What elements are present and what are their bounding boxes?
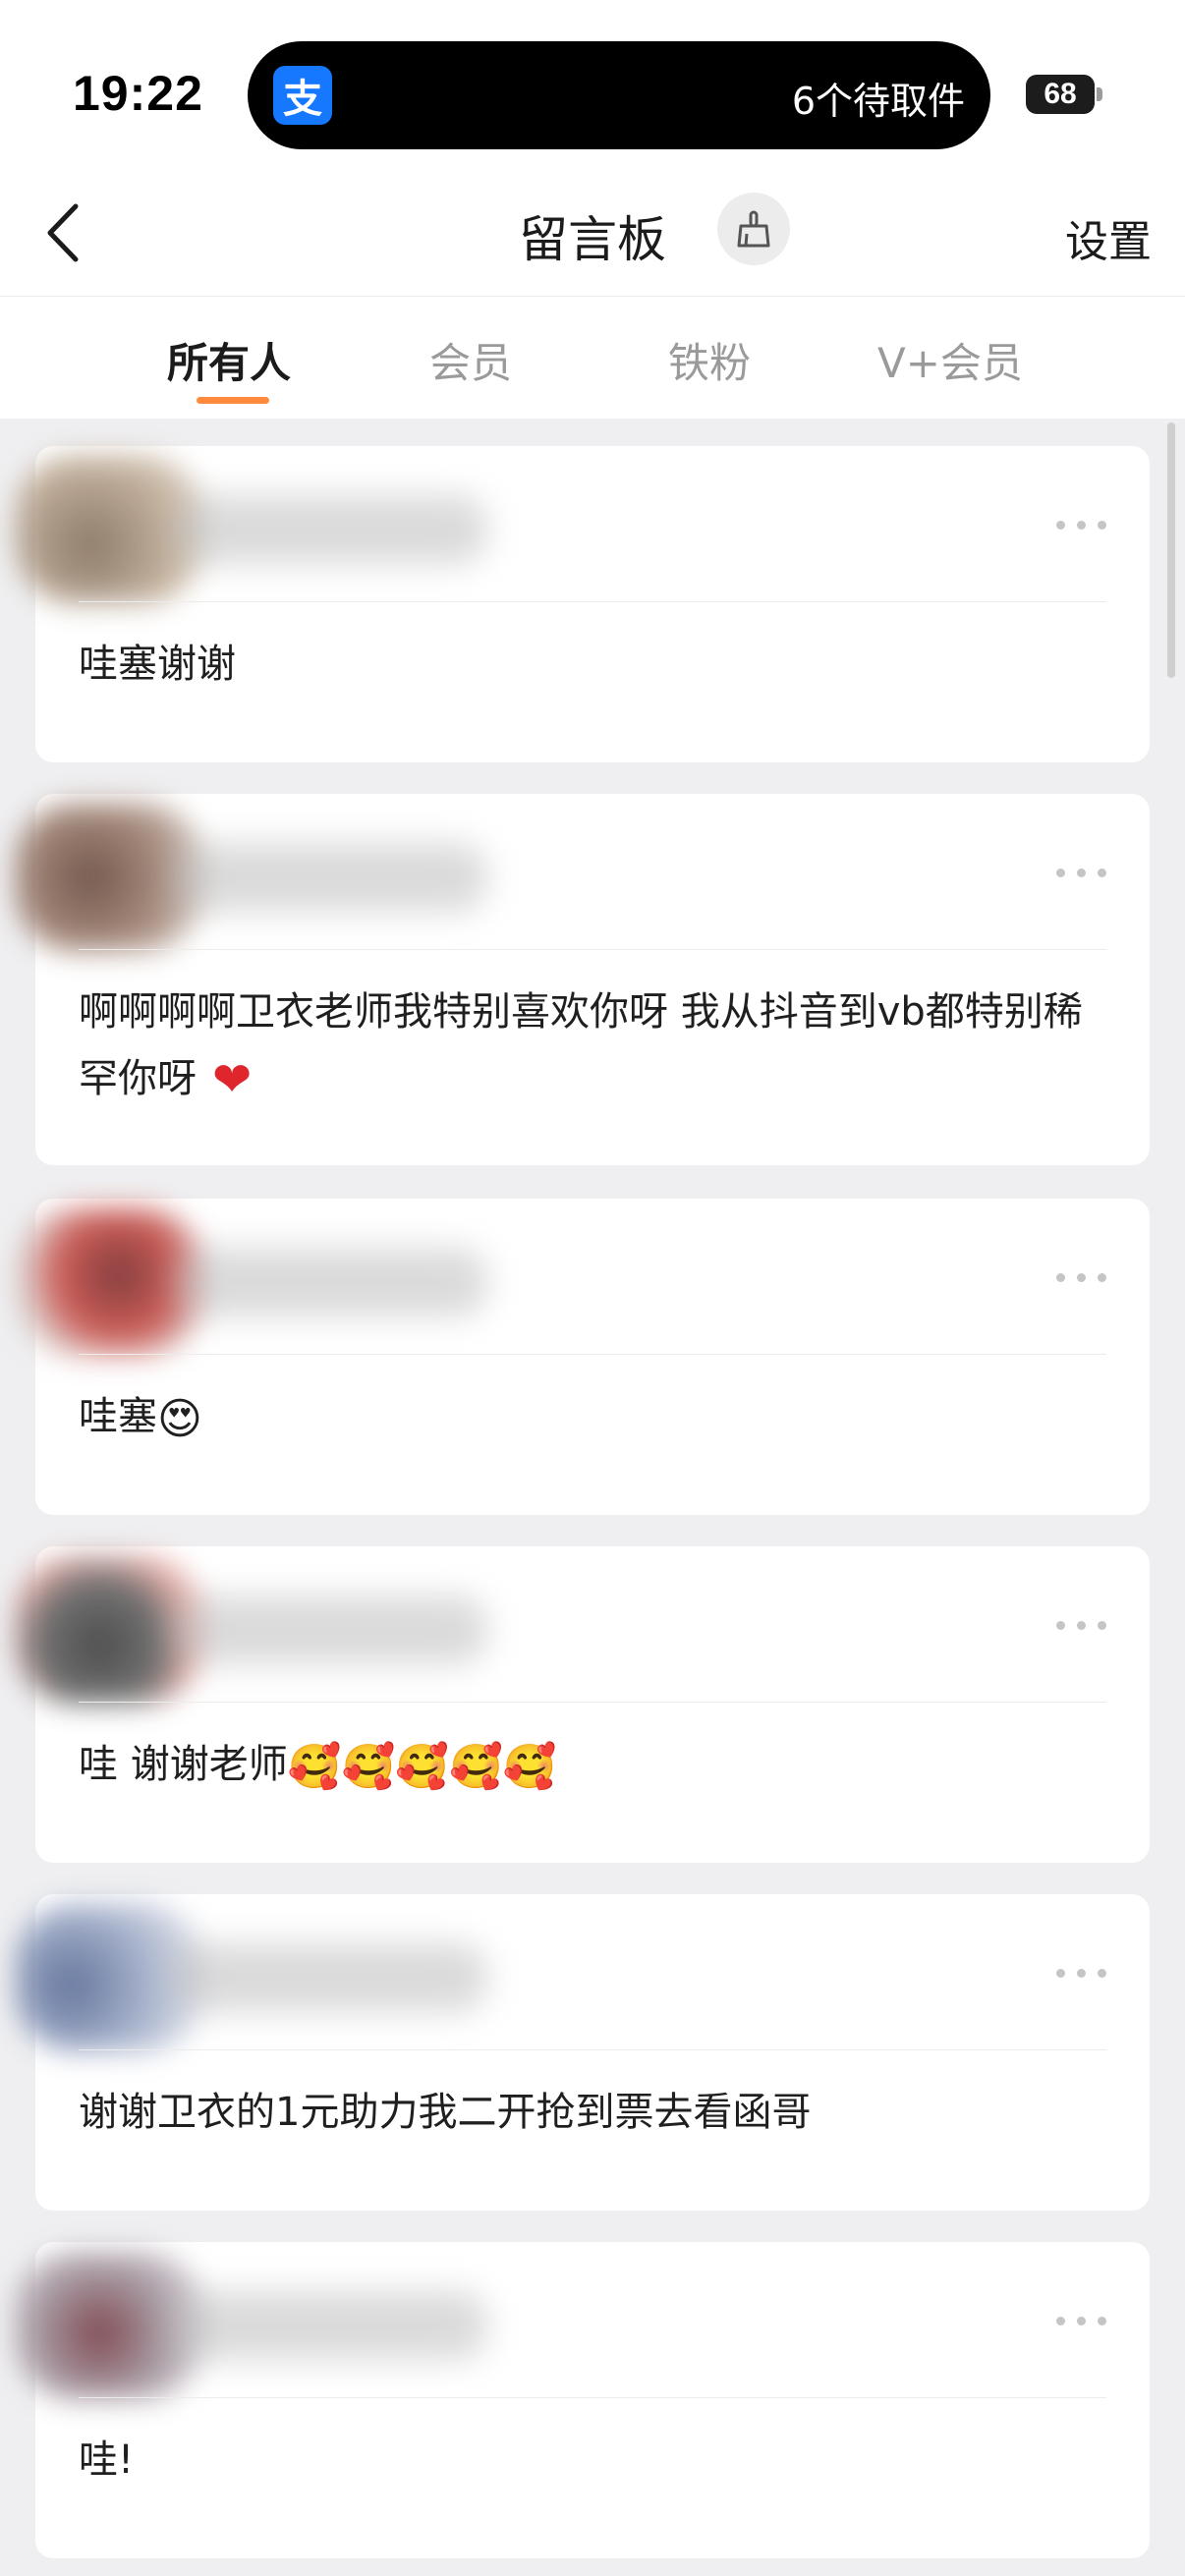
comment-message: 哇塞 [79, 1394, 157, 1439]
more-icon [1055, 1968, 1065, 1978]
tab-iron-fans[interactable]: 铁粉 [668, 330, 751, 390]
comment-text: 谢谢卫衣的1元助力我二开抢到票去看函哥 [35, 2059, 1150, 2175]
active-tab-indicator [197, 397, 269, 404]
tab-vplus-members[interactable]: V+会员 [877, 330, 1023, 390]
blurred-username [173, 2291, 487, 2360]
heart-emoji: ❤ [212, 1052, 253, 1107]
divider [79, 2049, 1106, 2050]
battery-cap [1097, 87, 1102, 101]
more-options-button[interactable] [1051, 863, 1110, 882]
battery-icon: 68 [1026, 75, 1095, 114]
divider [79, 949, 1106, 950]
nav-bar: 留言板 设置 [0, 177, 1185, 297]
divider [79, 1702, 1106, 1703]
flower-face-emojis: 🥰🥰🥰🥰🥰 [287, 1742, 557, 1792]
broom-icon [737, 210, 770, 248]
tab-all[interactable]: 所有人 [167, 330, 291, 390]
comment-text: 哇 谢谢老师🥰🥰🥰🥰🥰 [35, 1711, 1150, 1830]
blurred-username [173, 1248, 487, 1316]
comment-message: 哇塞谢谢 [79, 642, 236, 687]
divider [79, 1354, 1106, 1355]
comment-text: 啊啊啊啊卫衣老师我特别喜欢你呀 我从抖音到vb都特别稀罕你呀 ❤ [35, 959, 1150, 1143]
blurred-username [173, 1596, 487, 1664]
more-icon [1055, 520, 1065, 530]
island-notification-text: 6个待取件 [791, 80, 965, 123]
tab-bar: 所有人 会员 铁粉 V+会员 [0, 297, 1185, 419]
more-icon [1055, 868, 1065, 877]
comment-card: 啊啊啊啊卫衣老师我特别喜欢你呀 我从抖音到vb都特别稀罕你呀 ❤ [16, 794, 1150, 1165]
comment-card: 哇塞😍 [16, 1199, 1150, 1515]
blurred-username [173, 843, 487, 912]
more-icon [1055, 1272, 1065, 1282]
dynamic-island[interactable]: 支 6个待取件 [248, 41, 990, 149]
more-options-button[interactable] [1051, 1267, 1110, 1287]
comment-text: 哇! [35, 2407, 1150, 2523]
comment-card: 哇! [16, 2242, 1150, 2558]
tab-members[interactable]: 会员 [429, 330, 512, 390]
comment-card: 谢谢卫衣的1元助力我二开抢到票去看函哥 [16, 1894, 1150, 2211]
clean-button[interactable] [717, 193, 790, 265]
comment-card: 哇 谢谢老师🥰🥰🥰🥰🥰 [16, 1546, 1150, 1863]
page-title: 留言板 [519, 211, 666, 268]
back-button[interactable] [28, 198, 96, 267]
divider [79, 601, 1106, 602]
divider [79, 2397, 1106, 2398]
heart-eyes-emoji: 😍 [157, 1394, 202, 1444]
blurred-username [173, 1943, 487, 2012]
status-time: 19:22 [73, 66, 203, 121]
chevron-left-icon [47, 203, 79, 262]
blurred-username [173, 495, 487, 564]
comment-message: 哇 谢谢老师 [79, 1742, 288, 1787]
more-options-button[interactable] [1051, 1615, 1110, 1635]
scrollbar[interactable] [1167, 422, 1175, 678]
more-options-button[interactable] [1051, 515, 1110, 534]
comment-text: 哇塞谢谢 [35, 611, 1150, 727]
comment-card: 哇塞谢谢 [16, 446, 1150, 762]
status-bar: 19:22 支 6个待取件 68 [0, 0, 1185, 177]
more-options-button[interactable] [1051, 2311, 1110, 2330]
comment-message: 谢谢卫衣的1元助力我二开抢到票去看函哥 [79, 2090, 812, 2135]
settings-button[interactable]: 设置 [1065, 206, 1152, 269]
more-options-button[interactable] [1051, 1963, 1110, 1983]
more-icon [1055, 2316, 1065, 2325]
comment-message: 哇! [79, 2437, 135, 2483]
comment-text: 哇塞😍 [35, 1364, 1150, 1483]
more-icon [1055, 1620, 1065, 1630]
alipay-app-icon: 支 [273, 66, 332, 125]
